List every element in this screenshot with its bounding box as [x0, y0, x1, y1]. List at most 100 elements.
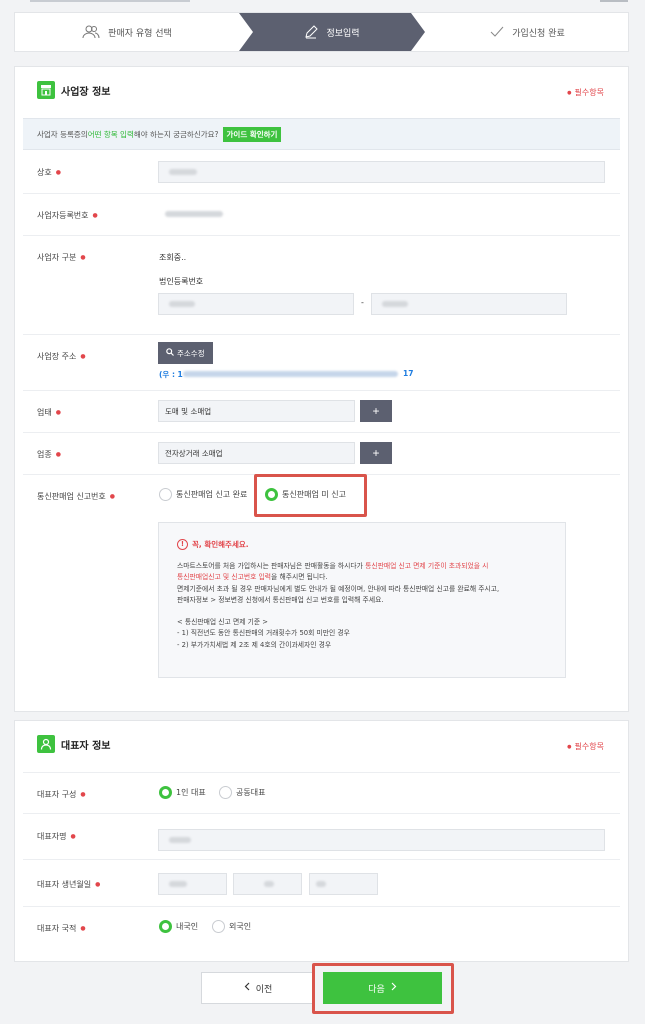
required-legend: 필수항목 [567, 741, 604, 752]
mail-order-reported-radio[interactable]: 통신판매업 신고 완료 [159, 488, 247, 501]
field-label: 대표자 국적 ● [37, 924, 86, 933]
corp-regno-first-input[interactable] [158, 293, 354, 315]
business-item-input[interactable]: 전자상거래 소매업 [158, 442, 355, 464]
criteria-item: - 1) 직전년도 동안 통신판매의 거래횟수가 50회 미만인 경우 [177, 629, 350, 637]
guide-button[interactable]: 가이드 확인하기 [222, 126, 282, 142]
representative-info-card: 대표자 정보 필수항목 대표자 구성● 1인 대표 공동대표 대표자명● 대표자… [14, 720, 629, 962]
step-label: 가입신청 완료 [512, 28, 565, 39]
zip-prefix: (우 : 1 [159, 370, 183, 379]
required-legend: 필수항목 [567, 87, 604, 98]
guide-text-suffix: 해야 하는지 궁금하신가요? [133, 129, 219, 139]
redacted-value [316, 881, 326, 887]
type-status: 조회중.. [159, 253, 187, 262]
field-label: 통신판매업 신고번호 ● [37, 492, 116, 501]
step-label: 판매자 유형 선택 [108, 28, 172, 39]
corp-regno-dash: - [361, 298, 364, 307]
field-label: 업태 ● [37, 408, 61, 417]
notice-paragraph: 면제기준에서 초과 될 경우 판매자님에게 별도 안내가 될 예정이며, 안내에… [177, 584, 500, 593]
radio-label: 1인 대표 [176, 788, 206, 797]
add-category-button[interactable]: + [360, 400, 392, 422]
guide-bar: 사업자 등록증의 어떤 항목 입력 해야 하는지 궁금하신가요? 가이드 확인하… [23, 118, 620, 150]
guide-text: 사업자 등록증의 [37, 129, 88, 139]
radio-label: 통신판매업 신고 완료 [176, 490, 248, 499]
row-rep-composition: 대표자 구성 ● 1인 대표 공동대표 [23, 772, 620, 814]
radio-circle [212, 920, 225, 933]
prev-button[interactable]: 이전 [201, 972, 315, 1004]
radio-circle-selected [159, 920, 172, 933]
section-title: 사업장 정보 [61, 86, 111, 98]
row-business-item: 업종 ● 전자상거래 소매업 + [23, 433, 620, 475]
notice-paragraph: 스마트스토어를 처음 가입하시는 판매자님은 판매활동을 하시다가 통신판매업 … [177, 561, 489, 570]
field-label: 대표자명 ● [37, 832, 76, 841]
row-registration-number: 사업자등록번호 ● [23, 194, 620, 236]
guide-highlight: 어떤 항목 입력 [87, 129, 134, 139]
store-icon [37, 81, 55, 99]
corp-regno-label: 법인등록번호 [159, 277, 204, 286]
redacted-value [165, 211, 223, 217]
birth-day-input[interactable] [309, 873, 378, 895]
step-info-input: 정보입력 [239, 13, 425, 51]
criteria-title: < 통신판매업 신고 면제 기준 > [177, 617, 268, 626]
redacted-address [183, 371, 398, 377]
step-label: 정보입력 [326, 28, 360, 39]
notice-title: ! 꼭, 확인해주세요. [173, 539, 551, 551]
rep-name-input[interactable] [158, 829, 605, 851]
users-icon [82, 25, 100, 39]
highlight-box [312, 963, 454, 1014]
radio-label: 내국인 [176, 922, 199, 931]
representative-info-header: 대표자 정보 [37, 735, 110, 753]
joint-rep-radio[interactable]: 공동대표 [219, 786, 265, 799]
business-name-input[interactable] [158, 161, 605, 183]
birth-month-input[interactable] [233, 873, 302, 895]
row-address: 사업장 주소 ● 주소수정 (우 : 1 17 [23, 335, 620, 391]
redacted-value [264, 881, 274, 887]
row-business-type: 사업자 구분 ● 조회중.. 법인등록번호 - [23, 236, 620, 335]
field-label: 대표자 구성 ● [37, 790, 86, 799]
field-label: 대표자 생년월일 ● [37, 880, 101, 889]
radio-circle [159, 488, 172, 501]
check-icon [490, 26, 504, 38]
field-label: 사업장 주소 ● [37, 352, 86, 361]
field-label: 사업자등록번호 ● [37, 211, 98, 220]
step-progress: 판매자 유형 선택 정보입력 가입신청 완료 [14, 12, 629, 52]
radio-label: 공동대표 [236, 788, 266, 797]
foreign-radio[interactable]: 외국인 [212, 920, 251, 933]
field-label: 사업자 구분 ● [37, 253, 86, 262]
section-title: 대표자 정보 [61, 740, 111, 752]
search-icon [166, 348, 174, 358]
field-label: 업종 ● [37, 450, 61, 459]
chevron-left-icon [244, 982, 250, 994]
business-info-header: 사업장 정보 [37, 81, 110, 99]
step-seller-type: 판매자 유형 선택 [15, 13, 239, 51]
step-complete: 가입신청 완료 [425, 13, 630, 51]
add-item-button[interactable]: + [360, 442, 392, 464]
notice-paragraph: 판매자정보 > 정보변경 신청에서 통신판매업 신고 번호를 입력해 주세요. [177, 596, 384, 604]
highlight-box [254, 474, 367, 517]
row-rep-nationality: 대표자 국적 ● 내국인 외국인 [23, 907, 620, 951]
user-icon [37, 735, 55, 753]
redacted-value [382, 301, 408, 307]
radio-circle-selected [159, 786, 172, 799]
redacted-value [169, 881, 187, 887]
edit-address-button[interactable]: 주소수정 [158, 342, 213, 364]
domestic-radio[interactable]: 내국인 [159, 920, 198, 933]
row-business-category: 업태 ● 도매 및 소매업 + [23, 391, 620, 433]
radio-circle [219, 786, 232, 799]
prev-label: 이전 [255, 984, 273, 995]
radio-label: 외국인 [229, 922, 252, 931]
notice-box: ! 꼭, 확인해주세요. 스마트스토어를 처음 가입하시는 판매자님은 판매활동… [158, 522, 566, 678]
single-rep-radio[interactable]: 1인 대표 [159, 786, 206, 799]
redacted-value [169, 169, 197, 175]
corp-regno-second-input[interactable] [371, 293, 567, 315]
top-fragment [0, 0, 645, 6]
row-rep-name: 대표자명 ● [23, 814, 620, 860]
warning-icon: ! [177, 539, 188, 551]
redacted-value [169, 301, 195, 307]
zip-suffix: 17 [403, 369, 414, 378]
field-label: 상호 ● [37, 168, 61, 177]
business-category-input[interactable]: 도매 및 소매업 [158, 400, 355, 422]
birth-year-input[interactable] [158, 873, 227, 895]
pencil-icon [304, 25, 319, 39]
notice-title-text: 꼭, 확인해주세요. [192, 540, 249, 549]
row-rep-birth: 대표자 생년월일 ● [23, 860, 620, 907]
